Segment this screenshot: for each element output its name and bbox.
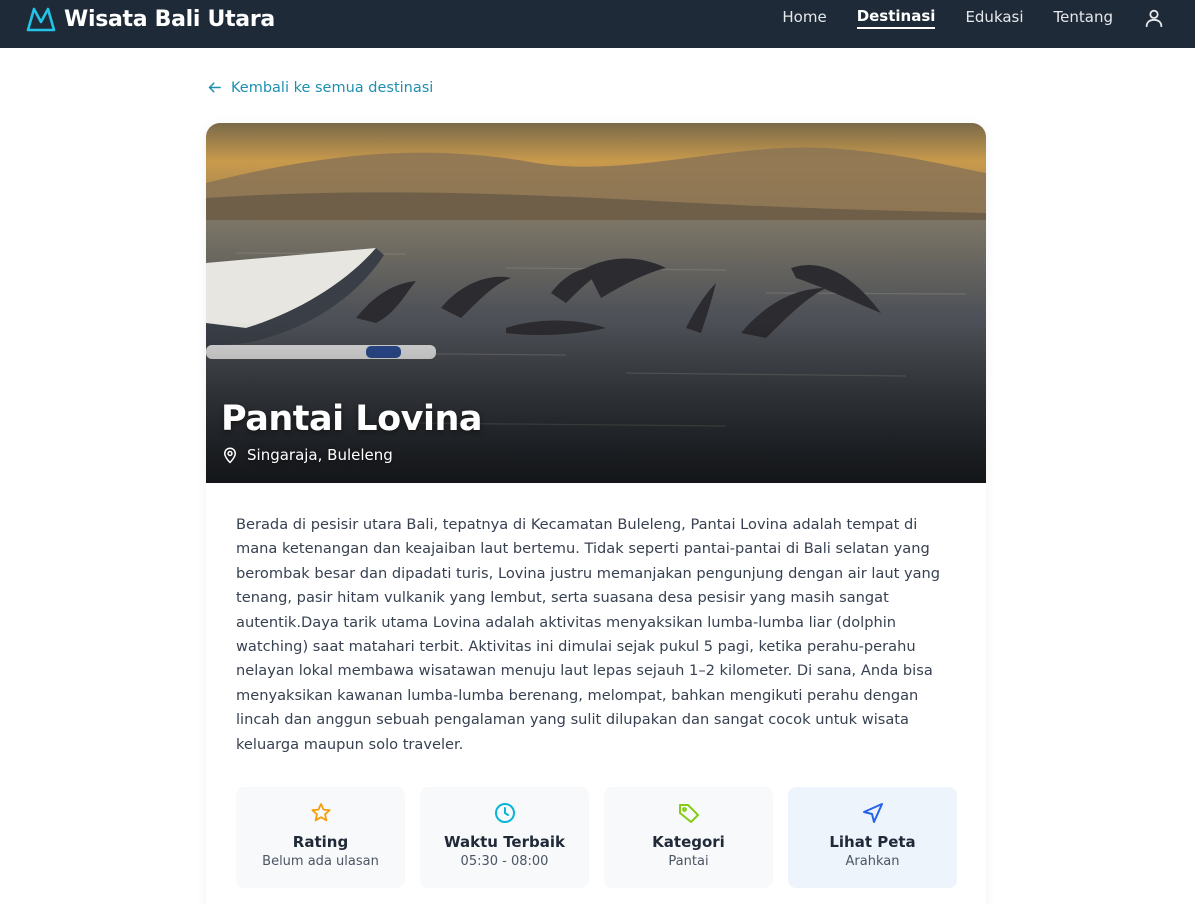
nav-link-tentang[interactable]: Tentang <box>1054 8 1113 28</box>
nav-link-home[interactable]: Home <box>782 8 826 28</box>
map-pin-icon <box>224 447 236 464</box>
info-value: 05:30 - 08:00 <box>460 854 549 869</box>
info-cards: Rating Belum ada ulasan Waktu Terbaik 05… <box>236 787 957 888</box>
info-card-best-time: Waktu Terbaik 05:30 - 08:00 <box>420 787 589 888</box>
info-value: Arahkan <box>845 854 900 869</box>
top-navbar: Wisata Bali Utara Home Destinasi Edukasi… <box>0 0 1195 48</box>
info-title: Kategori <box>652 833 725 851</box>
navigation-icon <box>862 803 883 823</box>
info-card-rating: Rating Belum ada ulasan <box>236 787 405 888</box>
view-map-button[interactable]: Lihat Peta Arahkan <box>788 787 957 888</box>
back-link-label: Kembali ke semua destinasi <box>231 79 434 96</box>
nav-link-edukasi[interactable]: Edukasi <box>965 8 1023 28</box>
brand-name: Wisata Bali Utara <box>64 6 275 32</box>
destination-title: Pantai Lovina <box>221 399 482 439</box>
nav-links: Home Destinasi Edukasi Tentang <box>782 0 1195 36</box>
hero-image: Pantai Lovina Singaraja, Buleleng <box>206 123 986 483</box>
location-label: Singaraja, Buleleng <box>247 446 393 464</box>
destination-card: Pantai Lovina Singaraja, Buleleng Berada… <box>206 123 986 904</box>
info-value: Belum ada ulasan <box>262 854 379 869</box>
clock-icon <box>494 803 515 823</box>
tag-icon <box>678 804 699 823</box>
back-to-destinations-link[interactable]: Kembali ke semua destinasi <box>206 79 433 96</box>
mountain-logo-icon <box>26 7 56 32</box>
info-title: Waktu Terbaik <box>444 833 565 851</box>
destination-description: Berada di pesisir utara Bali, tepatnya d… <box>236 516 941 753</box>
info-card-category: Kategori Pantai <box>604 787 773 888</box>
brand-home-link[interactable]: Wisata Bali Utara <box>26 4 275 34</box>
nav-link-destinasi[interactable]: Destinasi <box>856 7 936 29</box>
info-title: Lihat Peta <box>829 833 916 851</box>
info-title: Rating <box>292 833 349 851</box>
arrow-left-icon <box>208 82 221 93</box>
star-icon <box>311 803 330 822</box>
destination-location: Singaraja, Buleleng <box>221 446 393 464</box>
user-icon[interactable] <box>1143 7 1165 29</box>
info-value: Pantai <box>668 854 709 869</box>
